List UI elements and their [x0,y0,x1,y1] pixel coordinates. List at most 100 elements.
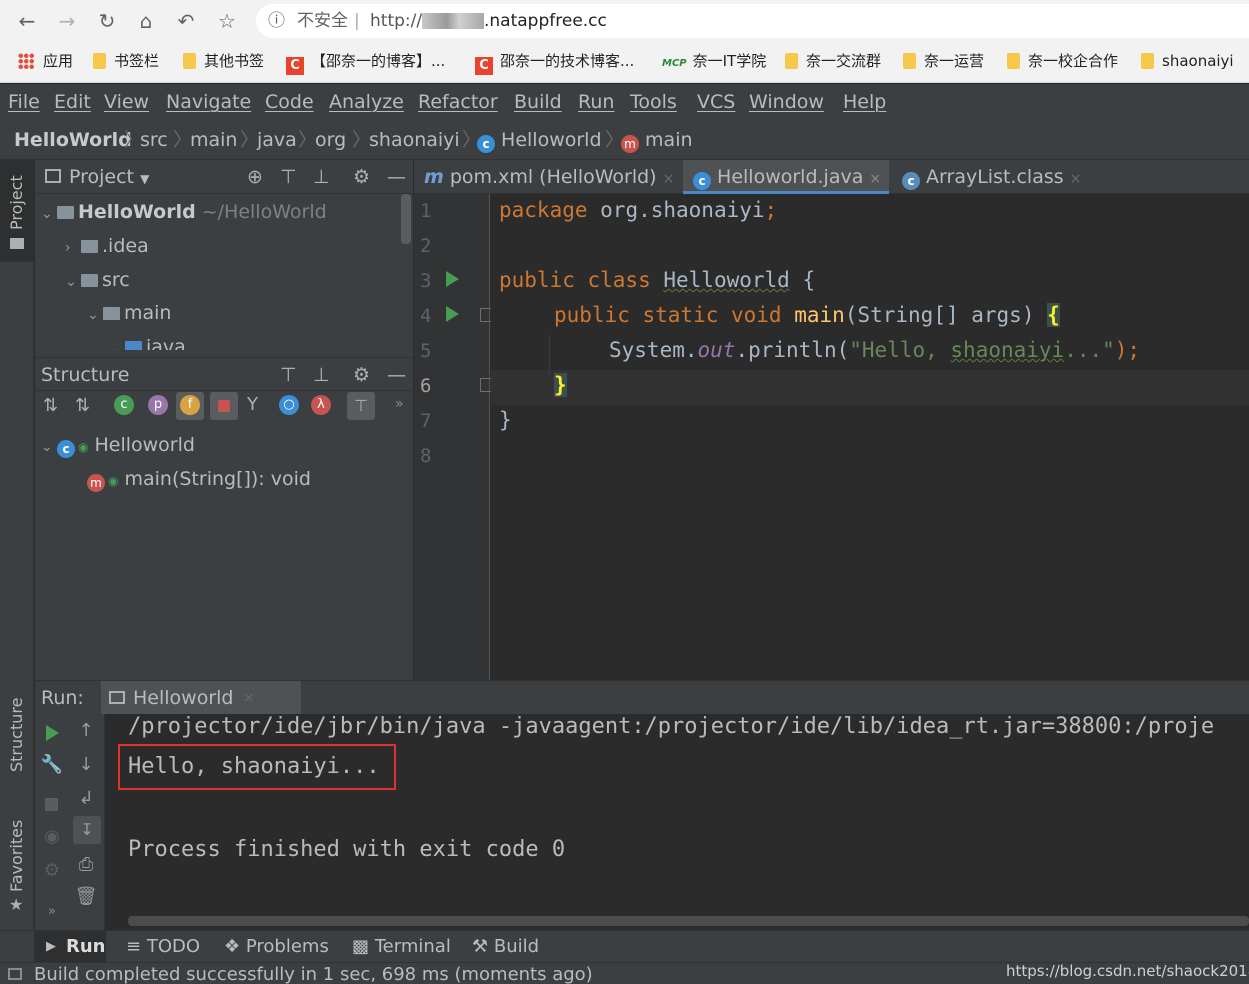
editor-gutter[interactable]: 1 2 3 4 5 6 7 8 [414,194,492,680]
info-icon[interactable]: ⓘ [268,4,285,38]
tree-scrollbar[interactable] [401,194,411,244]
layout-icon[interactable] [8,968,22,980]
tree-item-idea[interactable]: › .idea [65,233,149,261]
scroll-to-end-icon[interactable]: ↧ [73,816,101,844]
close-icon[interactable]: × [1070,171,1082,187]
trash-icon[interactable]: 🗑 [69,886,103,907]
address-bar[interactable]: ⓘ 不安全 | http:// .natappfree.cc [256,4,1249,38]
forward-icon[interactable]: → [54,8,80,34]
console-scrollbar[interactable] [128,916,1249,926]
soft-wrap-icon[interactable]: ↲ [69,788,103,809]
project-tool-tab[interactable]: Project [0,160,34,262]
bookmark-apps[interactable]: 应用 [18,42,73,82]
bookmark-label: 应用 [43,52,74,70]
reload-icon[interactable]: ↻ [94,8,120,34]
breadcrumb-src[interactable]: src [140,120,168,160]
bookmark-folder[interactable]: 书签栏 [93,42,159,82]
menu-file[interactable]: File [8,84,40,120]
bookmark-link[interactable]: C 邵奈一的技术博客... [475,42,634,82]
menu-build[interactable]: Build [514,84,562,120]
breadcrumb-package[interactable]: shaonaiyi [369,120,460,160]
tree-item-main[interactable]: ⌄ main [87,300,171,328]
settings-gear-icon[interactable]: ⚙ [353,358,370,392]
breadcrumb-method[interactable]: m main [621,120,693,160]
menu-help[interactable]: Help [843,84,886,120]
menu-refactor[interactable]: Refactor [418,84,498,120]
bookmark-folder[interactable]: 其他书签 [183,42,264,82]
tree-item-java[interactable]: ⌄ java [109,334,186,350]
tree-item-root[interactable]: ⌄ HelloWorld ~/HelloWorld [41,199,327,227]
camera-icon[interactable]: ◉ [35,826,69,847]
expand-all-icon[interactable]: ⊤ [280,160,297,194]
sort-alpha-icon[interactable]: ⇅ [75,395,90,416]
tool-tab-build[interactable]: ⚒ Build [472,931,539,963]
tab-arraylist-class[interactable]: c ArrayList.class × [902,160,1081,194]
autoscroll-icon[interactable]: ⊤ [347,392,375,420]
menu-vcs[interactable]: VCS [697,84,735,120]
menu-analyze[interactable]: Analyze [329,84,404,120]
wrench-icon[interactable]: 🔧 [35,754,69,775]
console-output[interactable]: /projector/ide/jbr/bin/java -javaagent:/… [106,714,1249,930]
bookmark-folder[interactable]: 奈一校企合作 [1007,42,1118,82]
run-class-gutter-icon[interactable] [446,271,459,287]
back-icon[interactable]: ← [14,8,40,34]
stop-icon[interactable] [45,798,58,811]
run-method-gutter-icon[interactable] [446,306,459,322]
more-icon[interactable]: » [35,904,69,919]
breadcrumb-java[interactable]: java [257,120,297,160]
structure-method-item[interactable]: m ◉ main(String[]): void [87,466,311,494]
show-inherited-icon[interactable]: c [114,395,134,415]
menu-navigate[interactable]: Navigate [166,84,251,120]
rerun-icon[interactable] [46,725,59,741]
hide-panel-icon[interactable]: — [387,358,406,392]
arrow-up-icon[interactable]: ↑ [69,720,103,741]
tool-tab-todo[interactable]: ≡ TODO [126,931,200,963]
sort-visibility-icon[interactable]: ⇅ [43,395,58,416]
tool-tab-terminal[interactable]: ▩ Terminal [352,931,451,963]
tree-item-src[interactable]: ⌄ src [65,267,130,295]
breadcrumb-org[interactable]: org [315,120,346,160]
show-lambda-icon[interactable]: λ [311,395,331,415]
more-icon[interactable]: » [395,396,404,412]
gear-icon[interactable]: ⚙ [35,860,69,881]
bookmark-folder[interactable]: 奈一交流群 [785,42,881,82]
bookmark-folder[interactable]: shaonaiyi [1141,42,1234,82]
undo-icon[interactable]: ↶ [173,8,199,34]
expand-all-icon[interactable]: ⊤ [280,358,297,392]
favorites-tool-tab[interactable]: Favorites ★ [0,810,34,920]
tab-helloworld-java[interactable]: c Helloworld.java × [683,160,889,194]
locate-icon[interactable]: ⊕ [247,160,263,194]
hide-panel-icon[interactable]: — [387,160,406,194]
breadcrumb-class[interactable]: c Helloworld [477,120,602,160]
home-icon[interactable]: ⌂ [133,8,159,34]
bookmark-link[interactable]: MCP 奈一IT学院 [662,42,766,82]
show-lambdas-icon[interactable]: Y [247,394,258,415]
arrow-down-icon[interactable]: ↓ [69,754,103,775]
menu-run[interactable]: Run [578,84,614,120]
collapse-all-icon[interactable]: ⊥ [313,160,330,194]
print-icon[interactable]: ⎙ [69,854,103,875]
close-icon[interactable]: × [869,171,881,187]
code-editor[interactable]: package org.shaonaiyi; public class Hell… [491,194,1249,680]
bookmark-folder[interactable]: 奈一运营 [903,42,984,82]
menu-code[interactable]: Code [265,84,314,120]
structure-tool-tab[interactable]: Structure [0,680,34,800]
tool-tab-problems[interactable]: ❖ Problems [224,931,329,963]
breadcrumb-main[interactable]: main [190,120,237,160]
close-icon[interactable]: × [243,681,255,715]
bookmark-link[interactable]: C 【邵奈一的博客】... [286,42,445,82]
show-anonymous-icon[interactable]: ○ [279,395,299,415]
menu-edit[interactable]: Edit [54,84,91,120]
collapse-all-icon[interactable]: ⊥ [313,358,330,392]
show-properties-icon[interactable]: p [148,395,168,415]
tab-pom-xml[interactable]: m pom.xml (HelloWorld) × [424,160,674,194]
menu-view[interactable]: View [104,84,149,120]
structure-class-item[interactable]: ⌄ c ◉ Helloworld [41,432,195,460]
project-view-selector[interactable]: Project ▼ [69,160,149,196]
settings-gear-icon[interactable]: ⚙ [353,160,370,194]
bookmark-star-icon[interactable]: ☆ [214,8,240,34]
breadcrumb-project[interactable]: HelloWorld [14,120,132,160]
menu-tools[interactable]: Tools [630,84,677,120]
menu-window[interactable]: Window [749,84,824,120]
close-icon[interactable]: × [663,171,675,187]
